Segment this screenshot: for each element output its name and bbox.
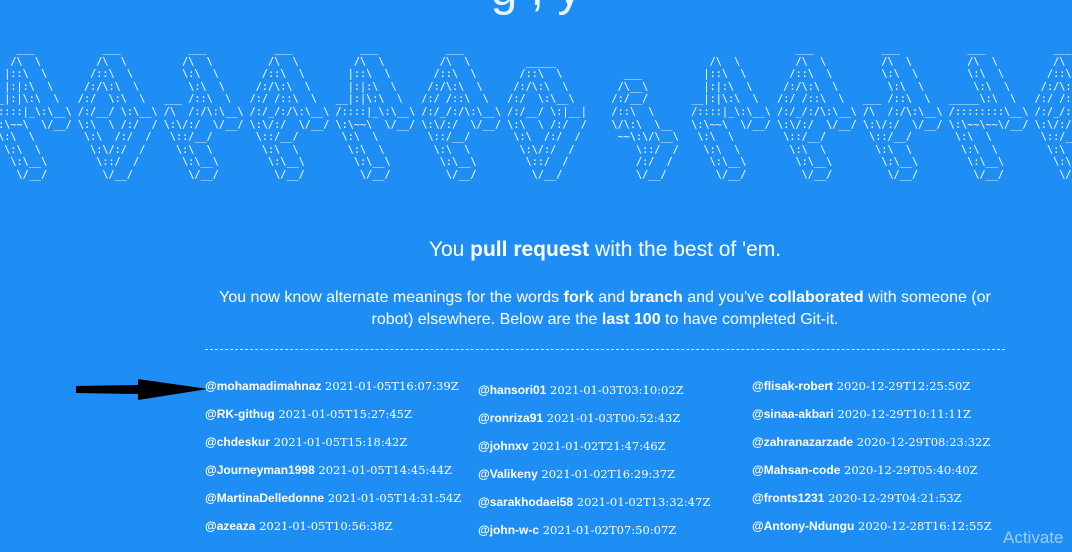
list-item: @Mahsan-code 2020-12-29T05:40:40Z (752, 462, 1012, 490)
list-item: @sarakhodaei58 2021-01-02T13:32:47Z (478, 494, 738, 522)
timestamp: 2020-12-29T08:23:32Z (856, 435, 991, 449)
timestamp: 2021-01-02T21:47:46Z (532, 439, 666, 453)
list-item: @ronriza91 2021-01-03T00:52:43Z (478, 410, 738, 438)
desc-text-1: You now know alternate meanings for the … (219, 289, 564, 306)
tagline-pre: You (428, 238, 471, 261)
desc-collaborated: collaborated (768, 289, 864, 306)
description: You now know alternate meanings for the … (205, 287, 1005, 331)
tagline-post: with the best of 'em. (589, 238, 782, 261)
ascii-art-banner: ___ ___ ___ ___ ___ ___ ___ ___ ___ ___ … (0, 44, 1072, 181)
list-item: @RK-githug 2021-01-05T15:27:45Z (205, 406, 465, 434)
user-link[interactable]: @hansori01 (478, 383, 546, 397)
list-item: @mohamadimahnaz 2021-01-05T16:07:39Z (205, 378, 465, 406)
user-link[interactable]: @fronts1231 (752, 491, 824, 505)
user-link[interactable]: @Antony-Ndungu (752, 519, 854, 533)
user-link[interactable]: @Valikeny (478, 467, 538, 481)
list-item: @Valikeny 2021-01-02T16:29:37Z (478, 466, 738, 494)
timestamp: 2020-12-29T05:40:40Z (844, 463, 978, 477)
list-item: @chdeskur 2021-01-05T15:18:42Z (205, 434, 465, 462)
list-item: @hansori01 2021-01-03T03:10:02Z (478, 382, 738, 410)
list-item: @johnxv 2021-01-02T21:47:46Z (478, 438, 738, 466)
desc-text-3: and you've (682, 289, 769, 306)
list-item: @fronts1231 2020-12-29T04:21:53Z (752, 490, 1012, 518)
user-link[interactable]: @azeaza (205, 519, 255, 533)
user-link[interactable]: @RK-githug (205, 407, 275, 421)
user-link[interactable]: @johnxv (478, 439, 528, 453)
list-item: @zahranazarzade 2020-12-29T08:23:32Z (752, 434, 1012, 462)
user-link[interactable]: @sinaa-akbari (752, 407, 834, 421)
desc-branch: branch (629, 289, 683, 306)
desc-text-2: and (593, 289, 630, 306)
timestamp: 2021-01-03T03:10:02Z (550, 383, 684, 397)
timestamp: 2021-01-02T16:29:37Z (541, 467, 676, 481)
timestamp: 2021-01-02T13:32:47Z (576, 495, 711, 509)
dashed-divider (205, 349, 1005, 350)
timestamp: 2021-01-05T15:27:45Z (278, 407, 412, 421)
list-item: @azeaza 2021-01-05T10:56:38Z (205, 518, 465, 546)
list-item: @Antony-Ndungu 2020-12-28T16:12:55Z (752, 518, 1012, 546)
desc-last-100: last 100 (601, 311, 661, 328)
user-link[interactable]: @Mahsan-code (752, 463, 840, 477)
timestamp: 2021-01-05T10:56:38Z (259, 519, 393, 533)
timestamp: 2021-01-05T14:31:54Z (327, 491, 462, 505)
user-link[interactable]: @john-w-c (478, 523, 539, 537)
desc-fork: fork (563, 289, 594, 306)
pointer-arrow-icon (76, 379, 208, 400)
timestamp: 2020-12-29T10:11:11Z (837, 407, 972, 421)
list-item: @Journeyman1998 2021-01-05T14:45:44Z (205, 462, 465, 490)
timestamp: 2021-01-05T15:18:42Z (273, 435, 408, 449)
user-link[interactable]: @mohamadimahnaz (205, 379, 321, 393)
user-link[interactable]: @Journeyman1998 (205, 463, 315, 477)
timestamp: 2020-12-28T16:12:55Z (858, 519, 992, 533)
contributors-column-2: @hansori01 2021-01-03T03:10:02Z @ronriza… (478, 382, 738, 550)
desc-text-5: to have completed Git-it. (660, 311, 839, 328)
user-link[interactable]: @zahranazarzade (752, 435, 853, 449)
user-link[interactable]: @ronriza91 (478, 411, 543, 425)
user-link[interactable]: @flisak-robert (752, 379, 833, 393)
list-item: @sinaa-akbari 2020-12-29T10:11:11Z (752, 406, 1012, 434)
tagline-bold: pull request (470, 238, 590, 261)
page-heading: g , y (0, 0, 1072, 17)
list-item: @john-w-c 2021-01-02T07:50:07Z (478, 522, 738, 550)
timestamp: 2021-01-03T00:52:43Z (546, 411, 681, 425)
list-item: @MartinaDelledonne 2021-01-05T14:31:54Z (205, 490, 465, 518)
contributors-column-3: @flisak-robert 2020-12-29T12:25:50Z @sin… (752, 378, 1012, 546)
timestamp: 2021-01-05T14:45:44Z (318, 463, 453, 477)
timestamp: 2021-01-05T16:07:39Z (325, 379, 459, 393)
tagline: You pull request with the best of 'em. (0, 238, 1072, 262)
os-activation-watermark: Activate (1003, 528, 1064, 547)
timestamp: 2020-12-29T04:21:53Z (828, 491, 962, 505)
timestamp: 2021-01-02T07:50:07Z (542, 523, 677, 537)
user-link[interactable]: @sarakhodaei58 (478, 495, 573, 509)
user-link[interactable]: @chdeskur (205, 435, 270, 449)
list-item: @flisak-robert 2020-12-29T12:25:50Z (752, 378, 1012, 406)
user-link[interactable]: @MartinaDelledonne (205, 491, 324, 505)
timestamp: 2020-12-29T12:25:50Z (836, 379, 971, 393)
contributors-column-1: @mohamadimahnaz 2021-01-05T16:07:39Z @RK… (205, 378, 465, 546)
